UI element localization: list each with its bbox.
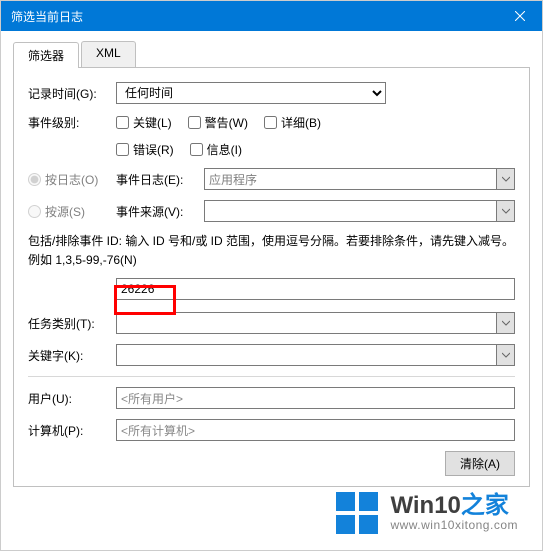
check-critical[interactable]: 关键(L) bbox=[116, 114, 172, 131]
close-button[interactable] bbox=[497, 1, 542, 31]
event-log-combo bbox=[204, 168, 497, 190]
check-error[interactable]: 错误(R) bbox=[116, 141, 174, 158]
close-icon bbox=[515, 11, 525, 21]
radio-by-log[interactable]: 按日志(O) bbox=[28, 171, 116, 188]
task-category-dropdown[interactable] bbox=[497, 312, 515, 334]
check-info[interactable]: 信息(I) bbox=[190, 141, 242, 158]
user-label: 用户(U): bbox=[28, 390, 116, 407]
chevron-down-icon bbox=[502, 207, 510, 215]
event-log-dropdown[interactable] bbox=[497, 168, 515, 190]
chevron-down-icon bbox=[502, 351, 510, 359]
keywords-label: 关键字(K): bbox=[28, 347, 116, 364]
user-input[interactable] bbox=[116, 387, 515, 409]
separator bbox=[28, 376, 515, 377]
tab-xml[interactable]: XML bbox=[81, 41, 136, 67]
clear-button[interactable]: 清除(A) bbox=[445, 451, 515, 476]
event-log-label: 事件日志(E): bbox=[116, 171, 204, 188]
tab-strip: 筛选器 XML bbox=[13, 41, 530, 68]
check-verbose[interactable]: 详细(B) bbox=[264, 114, 321, 131]
level-label: 事件级别: bbox=[28, 114, 116, 131]
check-warning[interactable]: 警告(W) bbox=[188, 114, 248, 131]
event-id-help: 包括/排除事件 ID: 输入 ID 号和/或 ID 范围，使用逗号分隔。若要排除… bbox=[28, 232, 515, 270]
task-category-label: 任务类别(T): bbox=[28, 315, 116, 332]
chevron-down-icon bbox=[502, 319, 510, 327]
computer-input[interactable] bbox=[116, 419, 515, 441]
tab-filter[interactable]: 筛选器 bbox=[13, 42, 79, 68]
chevron-down-icon bbox=[502, 175, 510, 183]
event-source-label: 事件来源(V): bbox=[116, 203, 204, 220]
task-category-combo bbox=[116, 312, 497, 334]
filter-panel: 记录时间(G): 任何时间 事件级别: 关键(L) 警告(W) 详细(B) 错误… bbox=[13, 68, 530, 487]
event-source-dropdown[interactable] bbox=[497, 200, 515, 222]
computer-label: 计算机(P): bbox=[28, 422, 116, 439]
event-source-combo[interactable] bbox=[204, 200, 497, 222]
keywords-dropdown[interactable] bbox=[497, 344, 515, 366]
event-id-input[interactable] bbox=[116, 278, 515, 300]
logged-label: 记录时间(G): bbox=[28, 85, 116, 102]
logged-select[interactable]: 任何时间 bbox=[116, 82, 386, 104]
titlebar: 筛选当前日志 bbox=[1, 1, 542, 31]
window-title: 筛选当前日志 bbox=[11, 8, 83, 25]
keywords-combo[interactable] bbox=[116, 344, 497, 366]
radio-by-source[interactable]: 按源(S) bbox=[28, 203, 116, 220]
